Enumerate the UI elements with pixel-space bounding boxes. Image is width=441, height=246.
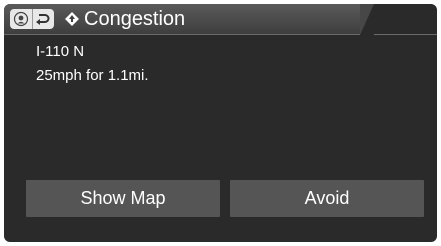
header-bar: Congestion bbox=[4, 4, 437, 35]
page-title: Congestion bbox=[84, 8, 186, 30]
screen: Congestion I-110 N 25mph for 1.1mi. Show… bbox=[4, 4, 437, 242]
congestion-detail: 25mph for 1.1mi. bbox=[36, 67, 149, 84]
header-divider bbox=[374, 30, 437, 35]
voice-command-icon[interactable] bbox=[10, 9, 32, 29]
title-tab-edge bbox=[360, 4, 374, 35]
header-icon-group bbox=[10, 9, 54, 29]
avoid-button[interactable]: Avoid bbox=[230, 180, 424, 217]
back-icon[interactable] bbox=[31, 9, 55, 29]
traffic-icon bbox=[64, 11, 80, 27]
show-map-button[interactable]: Show Map bbox=[26, 180, 220, 217]
road-name: I-110 N bbox=[36, 43, 85, 60]
